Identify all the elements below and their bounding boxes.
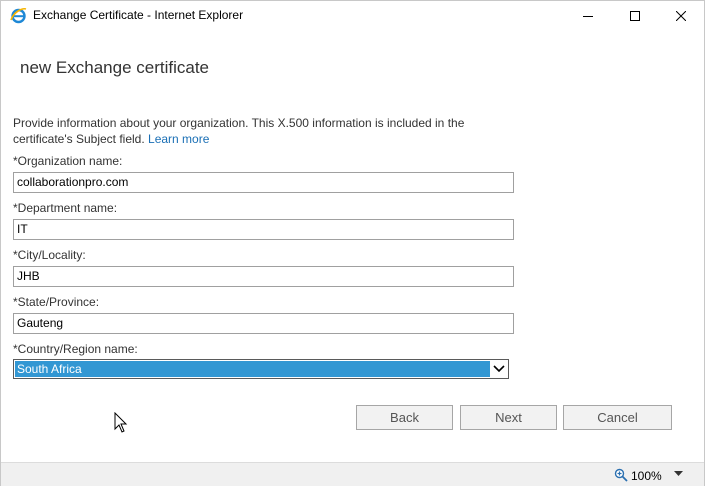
zoom-level[interactable]: 100%	[631, 469, 662, 483]
zoom-icon[interactable]	[614, 468, 628, 482]
maximize-button[interactable]	[612, 1, 658, 30]
page-title: new Exchange certificate	[20, 58, 209, 77]
country-selected-value: South Africa	[15, 361, 490, 377]
state-label: *State/Province:	[13, 295, 100, 309]
status-bar	[1, 462, 704, 486]
close-icon	[676, 10, 686, 21]
organization-label: *Organization name:	[13, 154, 123, 168]
minimize-icon	[583, 15, 593, 17]
state-input[interactable]	[13, 313, 514, 334]
maximize-icon	[630, 10, 640, 21]
intro-text: Provide information about your organizat…	[13, 115, 493, 147]
department-input[interactable]	[13, 219, 514, 240]
learn-more-link[interactable]: Learn more	[148, 132, 209, 146]
zoom-dropdown-icon[interactable]	[674, 471, 683, 477]
next-button[interactable]: Next	[460, 405, 557, 430]
window-title: Exchange Certificate - Internet Explorer	[33, 8, 244, 22]
country-select[interactable]: South Africa	[13, 359, 509, 379]
minimize-button[interactable]	[565, 1, 611, 30]
cancel-button[interactable]: Cancel	[563, 405, 672, 430]
mouse-cursor-icon	[114, 412, 128, 433]
chevron-down-icon[interactable]	[490, 361, 507, 377]
intro-description: Provide information about your organizat…	[13, 116, 465, 146]
city-input[interactable]	[13, 266, 514, 287]
internet-explorer-icon	[10, 7, 27, 24]
city-label: *City/Locality:	[13, 248, 86, 262]
organization-input[interactable]	[13, 172, 514, 193]
country-label: *Country/Region name:	[13, 342, 138, 356]
department-label: *Department name:	[13, 201, 118, 215]
close-button[interactable]	[658, 1, 704, 30]
back-button[interactable]: Back	[356, 405, 453, 430]
